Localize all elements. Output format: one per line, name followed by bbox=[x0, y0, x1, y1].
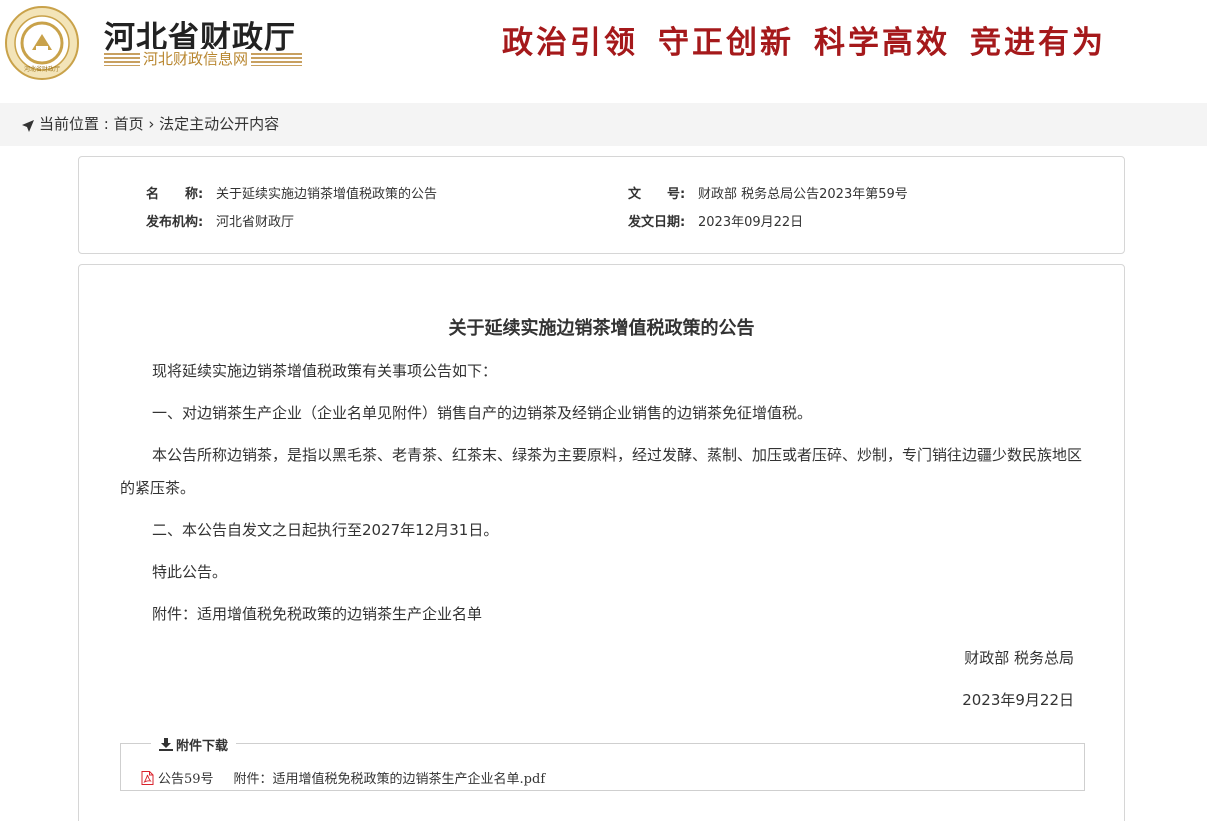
attachment-title[interactable]: 附件：适用增值税免税政策的边销茶生产企业名单.pdf bbox=[234, 768, 546, 787]
article-sign-date: 2023年9月22日 bbox=[962, 691, 1074, 709]
meta-name-value: 关于延续实施边销茶增值税政策的公告 bbox=[216, 187, 438, 202]
article-title: 关于延续实施边销茶增值税政策的公告 bbox=[448, 318, 755, 339]
slogan-1: 政治引领 bbox=[502, 25, 638, 61]
meta-issuer-label: 发布机构: bbox=[146, 215, 204, 230]
site-subtitle: 河北财政信息网 bbox=[140, 49, 252, 69]
article-paragraph: 二、本公告自发文之日起执行至2027年12月31日。 bbox=[152, 521, 499, 539]
attachment-link[interactable]: 公告59号 附件：适用增值税免税政策的边销茶生产企业名单.pdf bbox=[141, 768, 545, 787]
article-paragraph: 本公告所称边销茶，是指以黑毛茶、老青茶、红茶末、绿茶为主要原料，经过发酵、蒸制、… bbox=[120, 446, 1083, 497]
attachment-name[interactable]: 公告59号 bbox=[158, 768, 214, 787]
meta-date-label: 发文日期: bbox=[628, 215, 686, 230]
breadcrumb: 当前位置 : 首页 › 法定主动公开内容 bbox=[0, 103, 1207, 146]
slogan: 政治引领 守正创新 科学高效 竞进有为 bbox=[502, 17, 1106, 62]
article-paragraph: 现将延续实施边销茶增值税政策有关事项公告如下： bbox=[152, 362, 498, 380]
attachments-fieldset: 附件下载 公告59号 附件：适用增值税免税政策的边销茶生产企业名单.pdf bbox=[120, 735, 1085, 791]
location-arrow-icon bbox=[22, 120, 34, 132]
article-content: 关于延续实施边销茶增值税政策的公告 现将延续实施边销茶增值税政策有关事项公告如下… bbox=[78, 264, 1125, 821]
meta-docno-label: 文 号: bbox=[628, 187, 686, 202]
slogan-4: 竞进有为 bbox=[970, 25, 1106, 61]
article-attachment-mention: 附件：适用增值税免税政策的边销茶生产企业名单 bbox=[152, 605, 483, 623]
meta-name-label: 名 称: bbox=[146, 187, 204, 202]
meta-docno-value: 财政部 税务总局公告2023年第59号 bbox=[698, 187, 908, 202]
breadcrumb-current[interactable]: 法定主动公开内容 bbox=[159, 115, 279, 133]
article-paragraph: 特此公告。 bbox=[152, 563, 228, 581]
emblem-logo-icon[interactable]: 河北省财政厅 bbox=[5, 6, 79, 80]
meta-date-value: 2023年09月22日 bbox=[698, 215, 804, 230]
slogan-2: 守正创新 bbox=[658, 25, 794, 61]
emblem-text: 河北省财政厅 bbox=[24, 65, 60, 73]
document-meta: 名 称: 关于延续实施边销茶增值税政策的公告 文 号: 财政部 税务总局公告20… bbox=[78, 156, 1125, 254]
attachments-legend: 附件下载 bbox=[151, 735, 237, 754]
attachments-legend-text: 附件下载 bbox=[176, 739, 229, 754]
article-signature: 财政部 税务总局 bbox=[964, 649, 1074, 667]
site-header: 河北省财政厅 河北省财政厅 河北财政信息网 政治引领 守正创新 科学高效 竞进有为 bbox=[0, 0, 1207, 94]
article-paragraph: 一、对边销茶生产企业（企业名单见附件）销售自产的边销茶及经销企业销售的边销茶免征… bbox=[152, 404, 813, 422]
meta-issuer-value: 河北省财政厅 bbox=[216, 215, 295, 230]
breadcrumb-prefix: 当前位置 : bbox=[39, 115, 114, 133]
site-subtitle-wrap: 河北财政信息网 bbox=[104, 49, 302, 69]
slogan-3: 科学高效 bbox=[814, 25, 950, 61]
download-icon bbox=[159, 738, 173, 751]
pdf-icon bbox=[141, 770, 154, 785]
breadcrumb-home-link[interactable]: 首页 bbox=[114, 115, 144, 133]
breadcrumb-separator: › bbox=[148, 115, 155, 133]
